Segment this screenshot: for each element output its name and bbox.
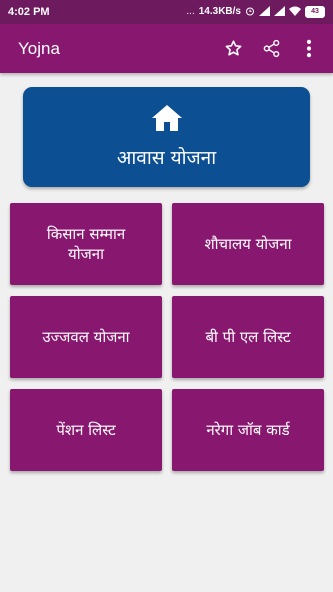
tile-label: किसान सम्मान योजना [46,225,126,263]
overflow-menu-icon[interactable] [299,39,319,59]
tile-label: बी पी एल लिस्ट [205,328,291,346]
status-bar: 4:02 PM ... 14.3KB/s 43 [0,0,333,24]
wifi-icon [289,6,301,19]
status-icons: ... 14.3KB/s 43 [186,5,325,19]
tile-label: नरेगा जॉब कार्ड [206,421,290,439]
home-icon [151,104,183,136]
network-speed: 14.3KB/s [198,6,241,17]
shauchalay-yojana-button[interactable]: शौचालय योजना [172,203,324,285]
app-title: Yojna [18,38,60,58]
tile-label: उज्जवल योजना [42,328,130,346]
tile-label: शौचालय योजना [204,235,292,253]
ujjwal-yojana-button[interactable]: उज्जवल योजना [10,296,162,378]
star-icon[interactable] [223,39,243,59]
banner-label: आवास योजना [116,147,217,169]
share-icon[interactable] [261,39,281,59]
app-bar: Yojna [0,24,333,73]
bpl-list-button[interactable]: बी पी एल लिस्ट [172,296,324,378]
battery-icon: 43 [305,6,325,18]
app-actions [223,39,319,59]
nrega-job-card-button[interactable]: नरेगा जॉब कार्ड [172,389,324,471]
alarm-icon [245,6,255,19]
awas-yojana-button[interactable]: आवास योजना [23,87,310,187]
signal-icon [259,5,270,19]
notification-dots: ... [186,6,195,17]
signal-icon-2 [274,5,285,19]
pension-list-button[interactable]: पेंशन लिस्ट [10,389,162,471]
kisan-samman-yojana-button[interactable]: किसान सम्मान योजना [10,203,162,285]
tile-label: पेंशन लिस्ट [56,421,116,439]
status-time: 4:02 PM [8,6,50,18]
